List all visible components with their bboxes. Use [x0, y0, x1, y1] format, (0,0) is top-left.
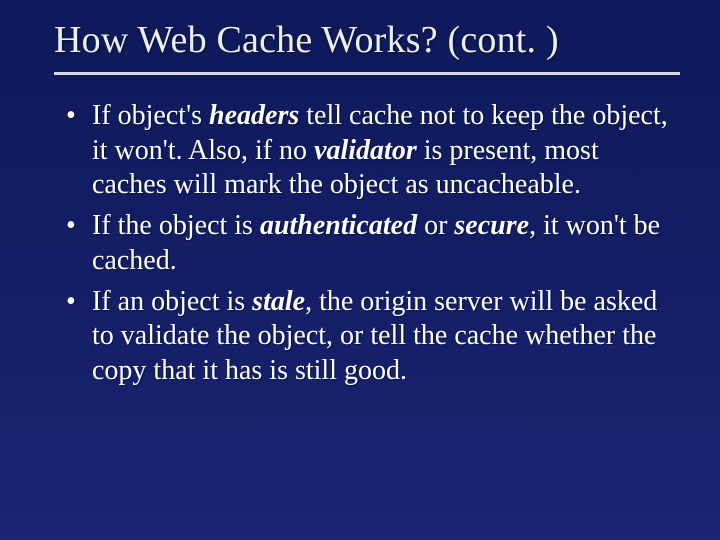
emphasized-text: secure	[454, 210, 529, 241]
list-item: If an object is stale, the origin server…	[66, 285, 672, 389]
bullet-text: If the object is	[92, 210, 260, 241]
emphasized-text: stale	[252, 286, 305, 317]
list-item: If object's headers tell cache not to ke…	[66, 99, 672, 203]
bullet-text: If an object is	[92, 286, 252, 317]
emphasized-text: validator	[314, 135, 417, 166]
slide: How Web Cache Works? (cont. ) If object'…	[0, 0, 720, 540]
list-item: If the object is authenticated or secure…	[66, 209, 672, 278]
emphasized-text: headers	[209, 100, 299, 131]
bullet-text: If object's	[92, 100, 209, 131]
emphasized-text: authenticated	[260, 210, 417, 241]
bullet-text: or	[417, 210, 454, 241]
bullets-list: If object's headers tell cache not to ke…	[54, 99, 680, 389]
title-divider	[54, 72, 680, 75]
slide-title: How Web Cache Works? (cont. )	[54, 18, 680, 68]
